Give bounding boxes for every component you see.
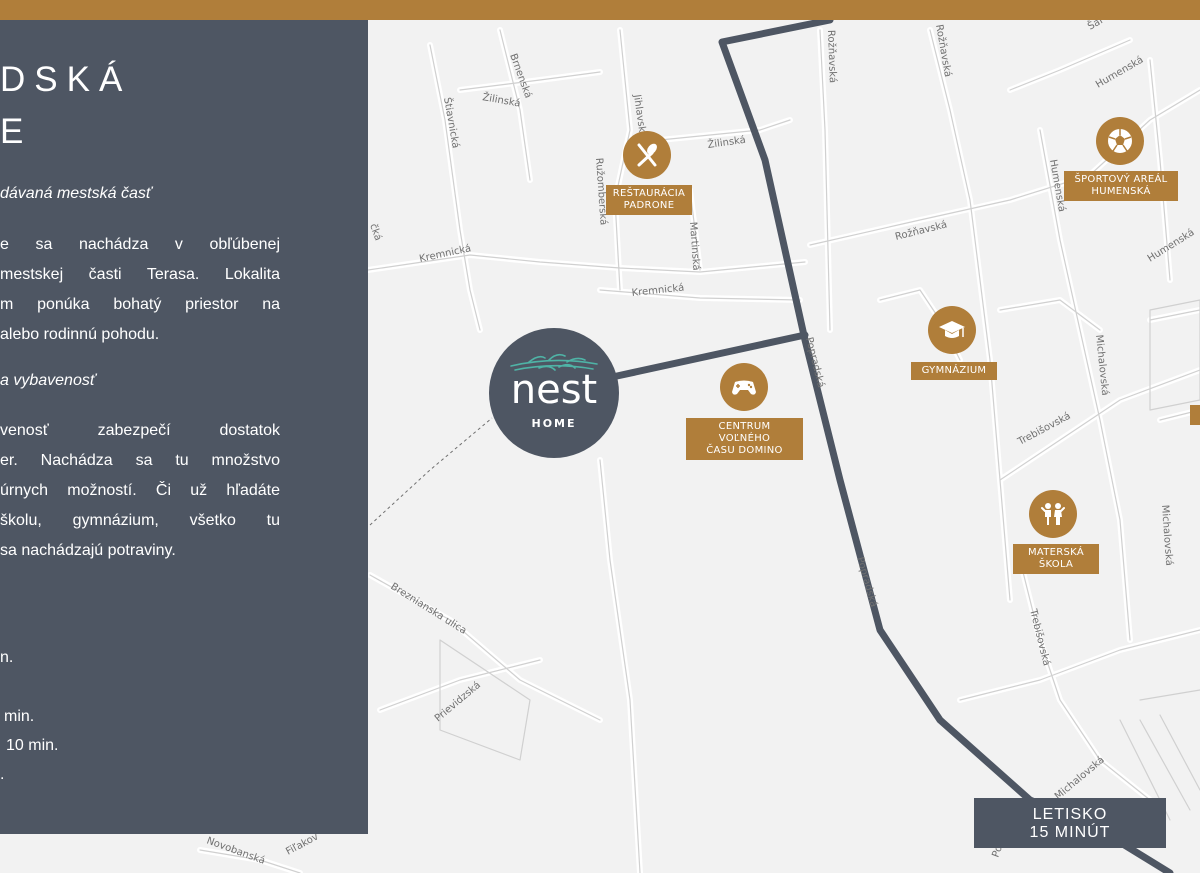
para1-line: e sa nachádza v obľúbenej (0, 236, 280, 253)
poi-label-line: MATERSKÁ (1027, 547, 1085, 558)
poi-label-gymnazium[interactable]: GYMNÁZIUM (911, 362, 997, 380)
panel-title-line1: DSKÁ (0, 60, 132, 99)
street-trebisovska-2: Trebišovská (1027, 607, 1053, 667)
para2-line: er. Nachádza sa tu množstvo (0, 452, 280, 469)
soccer-ball-icon[interactable] (1096, 117, 1144, 165)
para2-line: sa nachádzajú potraviny. (0, 542, 176, 559)
airport-line2: 15 MINÚT (1029, 824, 1111, 841)
street-roznavska-1: Rožňavská (825, 30, 839, 84)
panel-paragraph-2: venosť zabezpečí dostatok er. Nachádza s… (0, 416, 280, 566)
panel-subheading-1: dávaná mestská časť (0, 185, 152, 202)
distance-line: 10 min. (6, 737, 59, 754)
poi-label-line: REŠTAURÁCIA (612, 188, 686, 199)
poi-label-kindergarten[interactable]: MATERSKÁ ŠKOLA (1013, 544, 1099, 574)
street-michalovska-1: Michalovská (1093, 334, 1111, 396)
para1-line: mestskej časti Terasa. Lokalita (0, 266, 280, 283)
logo-word: nest (510, 367, 598, 413)
para2-line: venosť zabezpečí dostatok (0, 422, 280, 439)
poi-label-line: PADRONE (623, 200, 675, 211)
street-breznianska: Breznianska ulica (388, 581, 468, 637)
poi-label-line: GYMNÁZIUM (921, 365, 987, 376)
logo-sub: HOME (531, 417, 577, 430)
poi-label-line: CENTRUM VOĽNÉHO (718, 421, 771, 444)
poi-label-line: ŠKOLA (1038, 559, 1074, 570)
para1-line: alebo rodinnú pohodu. (0, 326, 160, 343)
panel-title-line2: E (0, 112, 33, 151)
street-trebisovska-1: Trebišovská (1015, 410, 1073, 448)
para1-line: m ponúka bohatý priestor na (0, 296, 280, 313)
street-michalovska-2: Michalovská (1159, 504, 1175, 566)
para2-line: úrnych možností. Či už hľadáte (0, 482, 280, 499)
street-popradska-1: Popradská (803, 336, 827, 389)
street-filakovska: Fiľakov (284, 831, 320, 857)
poi-label-domino[interactable]: CENTRUM VOĽNÉHO ČASU DOMINO (686, 418, 803, 460)
children-icon[interactable] (1029, 490, 1077, 538)
info-panel: DSKÁ E dávaná mestská časť e sa nachádza… (0, 20, 368, 834)
airport-line1: LETISKO (1032, 806, 1108, 823)
game-controller-icon[interactable] (720, 363, 768, 411)
street-martinska: Martinská (687, 221, 702, 271)
poi-label-line: HUMENSKÁ (1091, 186, 1151, 197)
street-michalovska-3: Michalovská (1052, 754, 1107, 802)
fork-knife-icon[interactable] (623, 131, 671, 179)
edge-marker (1190, 405, 1200, 425)
panel-paragraph-1: e sa nachádza v obľúbenej mestskej časti… (0, 230, 280, 350)
poi-label-sports[interactable]: ŠPORTOVÝ AREÁL HUMENSKÁ (1064, 171, 1178, 201)
top-accent-bar (0, 0, 1200, 20)
para2-line: školu, gymnázium, všetko tu (0, 512, 280, 529)
distance-line: n. (0, 649, 14, 666)
path-dotted (369, 417, 493, 526)
graduation-cap-icon[interactable] (928, 306, 976, 354)
panel-subheading-2: a vybavenosť (0, 372, 96, 389)
street-lecka: čká (367, 222, 384, 242)
street-popradska-2: Popradská (854, 556, 880, 609)
distance-line: . (0, 766, 5, 783)
street-humenska-1: Humenská (1094, 54, 1146, 91)
nest-home-logo[interactable]: nest HOME (489, 328, 619, 458)
airport-box[interactable]: LETISKO 15 MINÚT (974, 798, 1166, 848)
poi-label-line: ŠPORTOVÝ AREÁL (1074, 174, 1168, 185)
poi-label-restaurant[interactable]: REŠTAURÁCIA PADRONE (606, 185, 692, 215)
poi-label-line: ČASU DOMINO (706, 445, 783, 456)
street-sat: Šaf (1085, 20, 1106, 33)
distance-line: min. (4, 708, 35, 725)
